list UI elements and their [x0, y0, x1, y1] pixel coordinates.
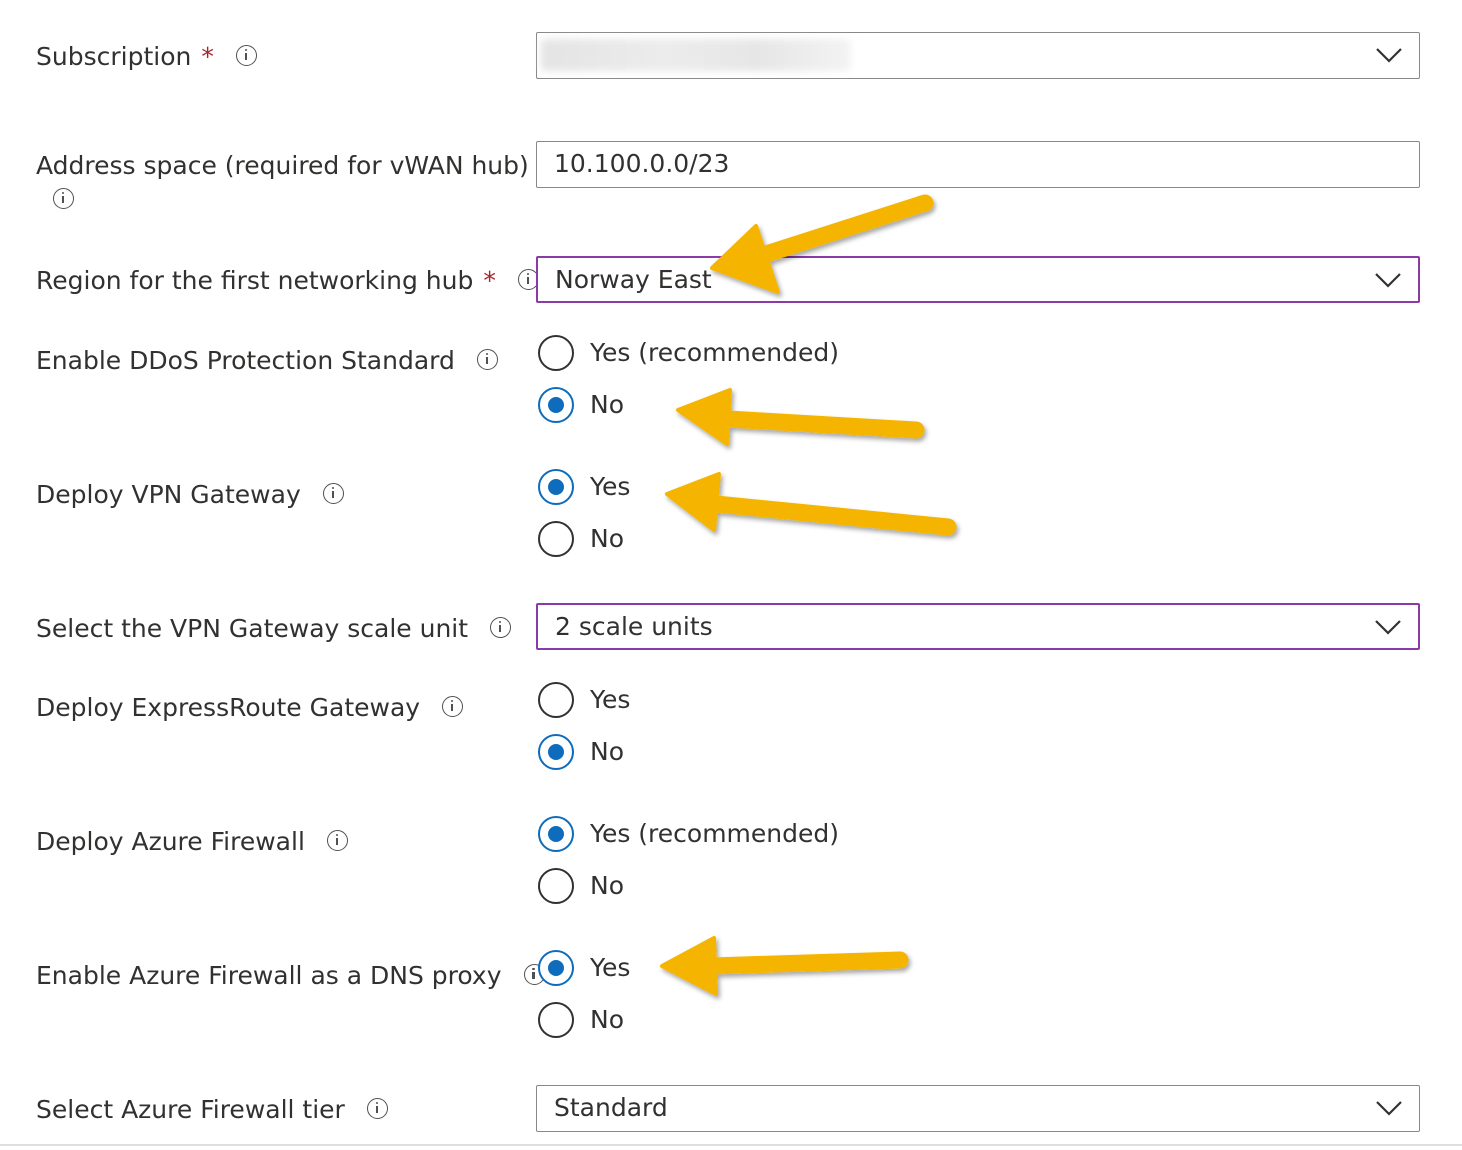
- firewall-label-text: Deploy Azure Firewall: [36, 827, 305, 856]
- dns-proxy-yes-radio[interactable]: Yes: [538, 949, 630, 987]
- radio-label: Yes (recommended): [590, 338, 840, 367]
- info-icon[interactable]: [490, 616, 512, 638]
- yellow-arrow-icon: [665, 472, 957, 536]
- chevron-down-icon: [1376, 1101, 1402, 1116]
- dns-proxy-label: Enable Azure Firewall as a DNS proxy: [36, 959, 545, 993]
- firewall-tier-label: Select Azure Firewall tier: [36, 1093, 388, 1127]
- radio-label: Yes: [590, 685, 631, 714]
- address-space-value: 10.100.0.0/23: [554, 149, 730, 178]
- chevron-down-icon: [1375, 273, 1401, 288]
- region-value: Norway East: [555, 265, 712, 294]
- dns-proxy-no-radio[interactable]: No: [538, 1001, 624, 1039]
- address-space-input[interactable]: 10.100.0.0/23: [536, 141, 1420, 188]
- ddos-yes-radio[interactable]: Yes (recommended): [538, 334, 839, 372]
- expressroute-label: Deploy ExpressRoute Gateway: [36, 691, 464, 725]
- info-icon[interactable]: [235, 44, 257, 66]
- radio-label: No: [590, 524, 624, 553]
- subscription-label-text: Subscription: [36, 42, 192, 71]
- radio-circle[interactable]: [538, 335, 574, 371]
- radio-label: Yes (recommended): [590, 819, 840, 848]
- required-asterisk: *: [483, 266, 496, 295]
- yellow-arrow-icon: [676, 388, 925, 446]
- radio-circle[interactable]: [538, 1002, 574, 1038]
- address-space-info: [31, 183, 74, 217]
- chevron-down-icon: [1375, 620, 1401, 635]
- expressroute-yes-radio[interactable]: Yes: [538, 681, 630, 719]
- blurred-subscription-value: [541, 39, 851, 71]
- ddos-label-text: Enable DDoS Protection Standard: [36, 346, 455, 375]
- ddos-no-radio[interactable]: No: [538, 386, 624, 424]
- info-icon[interactable]: [326, 829, 348, 851]
- firewall-tier-label-text: Select Azure Firewall tier: [36, 1095, 345, 1124]
- radio-label: No: [590, 1005, 624, 1034]
- subscription-dropdown[interactable]: [536, 32, 1420, 79]
- radio-circle-selected[interactable]: [538, 734, 574, 770]
- vpn-gateway-no-radio[interactable]: No: [538, 520, 624, 558]
- address-space-label-text: Address space (required for vWAN hub): [36, 151, 529, 180]
- region-label-text: Region for the first networking hub: [36, 266, 474, 295]
- chevron-down-icon: [1376, 48, 1402, 63]
- radio-label: No: [590, 390, 624, 419]
- radio-label: Yes: [590, 472, 631, 501]
- info-icon[interactable]: [442, 695, 464, 717]
- vpn-gateway-yes-radio[interactable]: Yes: [538, 468, 630, 506]
- firewall-label: Deploy Azure Firewall: [36, 825, 348, 859]
- radio-label: No: [590, 737, 624, 766]
- radio-circle[interactable]: [538, 682, 574, 718]
- info-icon[interactable]: [476, 348, 498, 370]
- vpn-scale-label-text: Select the VPN Gateway scale unit: [36, 614, 469, 643]
- radio-circle[interactable]: [538, 521, 574, 557]
- required-asterisk: *: [201, 42, 214, 71]
- vpn-scale-label: Select the VPN Gateway scale unit: [36, 612, 512, 646]
- expressroute-no-radio[interactable]: No: [538, 733, 624, 771]
- vpn-scale-value: 2 scale units: [555, 612, 713, 641]
- info-icon[interactable]: [366, 1097, 388, 1119]
- radio-circle-selected[interactable]: [538, 816, 574, 852]
- radio-circle-selected[interactable]: [538, 387, 574, 423]
- firewall-tier-dropdown[interactable]: Standard: [536, 1085, 1420, 1132]
- ddos-label: Enable DDoS Protection Standard: [36, 344, 498, 378]
- firewall-yes-radio[interactable]: Yes (recommended): [538, 815, 839, 853]
- radio-circle[interactable]: [538, 868, 574, 904]
- firewall-tier-value: Standard: [554, 1093, 668, 1122]
- radio-circle-selected[interactable]: [538, 469, 574, 505]
- radio-label: Yes: [590, 953, 631, 982]
- subscription-label: Subscription *: [36, 40, 257, 74]
- yellow-arrow-icon: [660, 936, 909, 996]
- vpn-gateway-label: Deploy VPN Gateway: [36, 478, 344, 512]
- vpn-gateway-label-text: Deploy VPN Gateway: [36, 480, 301, 509]
- radio-circle-selected[interactable]: [538, 950, 574, 986]
- vpn-scale-dropdown[interactable]: 2 scale units: [536, 603, 1420, 650]
- dns-proxy-label-text: Enable Azure Firewall as a DNS proxy: [36, 961, 502, 990]
- firewall-no-radio[interactable]: No: [538, 867, 624, 905]
- radio-label: No: [590, 871, 624, 900]
- region-dropdown[interactable]: Norway East: [536, 256, 1420, 303]
- info-icon[interactable]: [322, 482, 344, 504]
- address-space-label: Address space (required for vWAN hub)*: [36, 149, 551, 183]
- info-icon[interactable]: [53, 187, 74, 209]
- divider: [0, 1144, 1462, 1146]
- expressroute-label-text: Deploy ExpressRoute Gateway: [36, 693, 421, 722]
- region-label: Region for the first networking hub *: [36, 264, 539, 298]
